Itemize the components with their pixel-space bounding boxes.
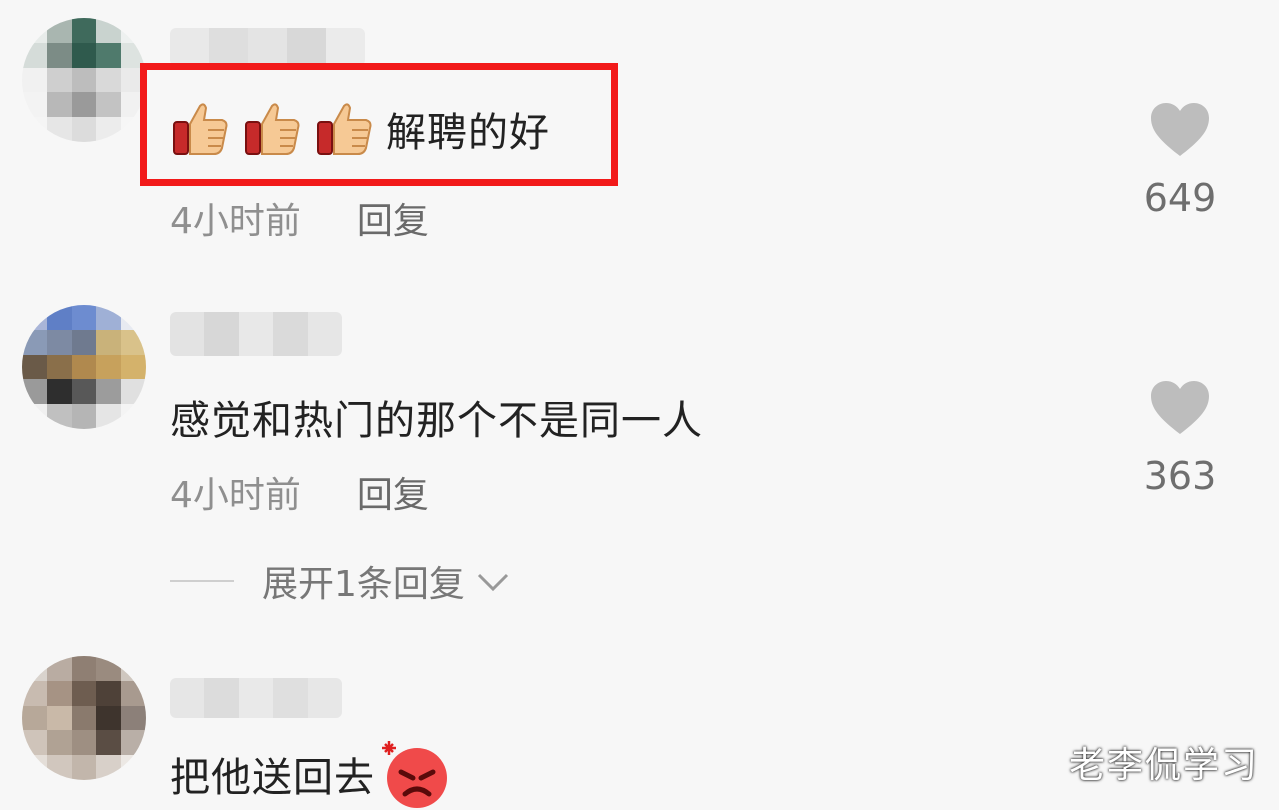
- username-blurred[interactable]: [170, 678, 342, 718]
- comment-text-content: 把他送回去: [170, 755, 375, 801]
- avatar[interactable]: [22, 305, 146, 429]
- like-button[interactable]: 363: [1130, 380, 1230, 498]
- comment-text: 感觉和热门的那个不是同一人: [170, 388, 703, 446]
- heart-icon: [1151, 103, 1209, 156]
- angry-face-icon: [382, 741, 447, 808]
- username-blurred[interactable]: [170, 28, 365, 66]
- like-button[interactable]: 649: [1130, 102, 1230, 220]
- reply-button[interactable]: 回复: [357, 192, 429, 244]
- heart-icon: [1151, 381, 1209, 434]
- avatar[interactable]: [22, 656, 146, 780]
- divider: [170, 580, 234, 582]
- avatar[interactable]: [22, 18, 146, 142]
- highlight-box: [140, 63, 618, 186]
- comment-text: 把他送回去: [170, 738, 451, 810]
- reply-button[interactable]: 回复: [357, 466, 429, 518]
- like-count: 363: [1143, 454, 1217, 498]
- expand-replies-label: 展开1条回复: [262, 564, 465, 605]
- comment-time: 4小时前: [170, 201, 301, 242]
- comment-text-content: 感觉和热门的那个不是同一人: [170, 398, 703, 444]
- comment-meta: 4小时前 回复: [170, 192, 429, 244]
- watermark: 老李侃学习: [1068, 745, 1259, 786]
- username-blurred[interactable]: [170, 312, 342, 356]
- comment-time: 4小时前: [170, 475, 301, 516]
- like-count: 649: [1143, 176, 1217, 220]
- comment-meta: 4小时前 回复: [170, 466, 429, 518]
- expand-replies-button[interactable]: 展开1条回复: [170, 555, 511, 607]
- chevron-down-icon: [477, 573, 508, 592]
